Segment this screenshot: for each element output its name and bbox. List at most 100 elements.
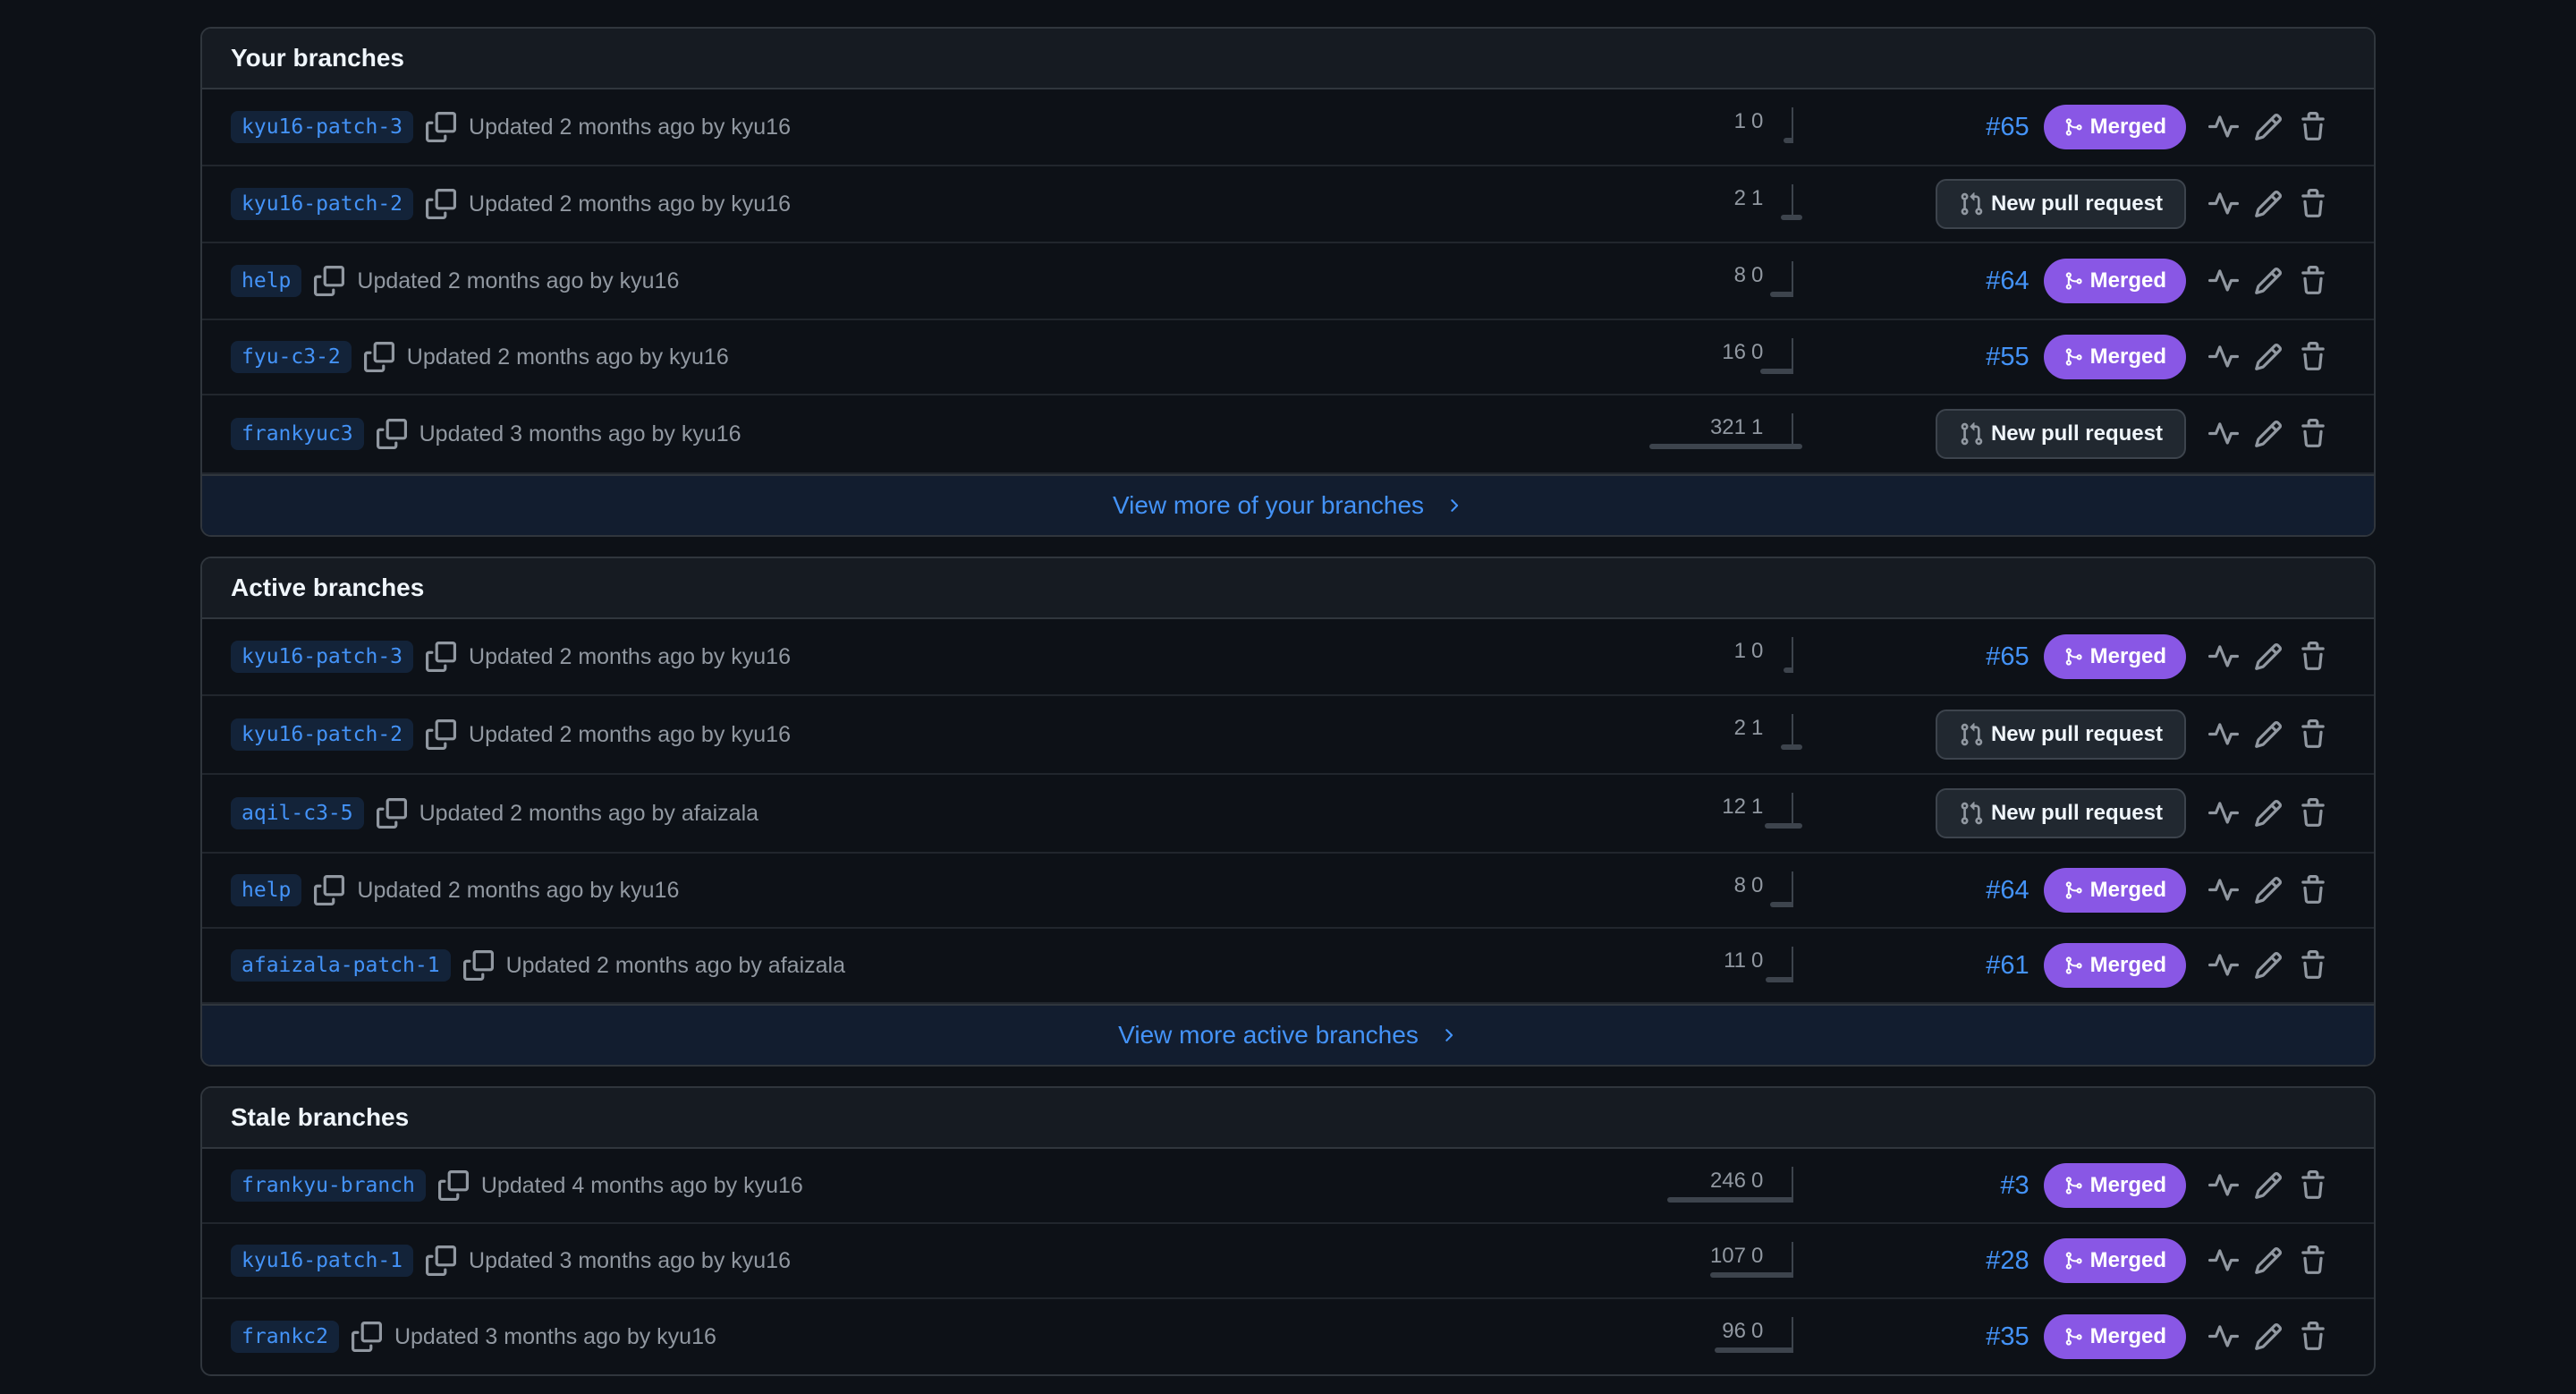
merged-badge[interactable]: Merged xyxy=(2043,943,2186,988)
copy-icon[interactable] xyxy=(437,1170,469,1201)
pull-request-link[interactable]: #35 xyxy=(1986,1322,2029,1352)
copy-icon[interactable] xyxy=(426,112,457,142)
new-pull-request-label: New pull request xyxy=(1990,722,2163,746)
copy-icon[interactable] xyxy=(376,419,407,449)
branch-info: kyu16-patch-3 Updated 2 months ago by kyu… xyxy=(231,619,791,694)
updated-text: Updated 3 months ago by kyu16 xyxy=(419,421,741,446)
copy-icon[interactable] xyxy=(426,1245,457,1276)
branch-name-link[interactable]: help xyxy=(231,874,302,906)
trash-icon[interactable] xyxy=(2297,1245,2329,1277)
trash-icon[interactable] xyxy=(2297,341,2329,373)
merged-badge[interactable]: Merged xyxy=(2043,868,2186,913)
activity-icon[interactable] xyxy=(2207,1169,2240,1202)
pencil-icon[interactable] xyxy=(2252,111,2284,143)
pull-request-link[interactable]: #65 xyxy=(1986,113,2029,142)
trash-icon[interactable] xyxy=(2297,797,2329,829)
pencil-icon[interactable] xyxy=(2252,341,2284,373)
pull-request-link[interactable]: #64 xyxy=(1986,876,2029,905)
behind-bar xyxy=(1760,369,1792,374)
pencil-icon[interactable] xyxy=(2252,641,2284,673)
activity-icon[interactable] xyxy=(2207,1321,2240,1353)
merged-label: Merged xyxy=(2089,344,2166,369)
pencil-icon[interactable] xyxy=(2252,418,2284,450)
activity-icon[interactable] xyxy=(2207,949,2240,982)
merged-badge[interactable]: Merged xyxy=(2043,634,2186,679)
trash-icon[interactable] xyxy=(2297,188,2329,220)
activity-icon[interactable] xyxy=(2207,641,2240,673)
copy-icon[interactable] xyxy=(426,189,457,219)
merged-badge[interactable]: Merged xyxy=(2043,1238,2186,1283)
activity-icon[interactable] xyxy=(2207,718,2240,751)
branch-name-link[interactable]: kyu16-patch-2 xyxy=(231,188,414,220)
activity-icon[interactable] xyxy=(2207,341,2240,373)
pencil-icon[interactable] xyxy=(2252,949,2284,982)
pull-request-link[interactable]: #55 xyxy=(1986,343,2029,372)
activity-icon[interactable] xyxy=(2207,111,2240,143)
branch-name-link[interactable]: kyu16-patch-3 xyxy=(231,111,414,143)
new-pull-request-button[interactable]: New pull request xyxy=(1935,179,2186,229)
trash-icon[interactable] xyxy=(2297,718,2329,751)
activity-icon[interactable] xyxy=(2207,418,2240,450)
behind-count: 1 xyxy=(1733,639,1746,663)
branch-name-link[interactable]: fyu-c3-2 xyxy=(231,341,352,373)
pull-request-link[interactable]: #65 xyxy=(1986,642,2029,672)
git-merge-icon xyxy=(2063,1327,2090,1347)
pencil-icon[interactable] xyxy=(2252,874,2284,906)
copy-icon[interactable] xyxy=(376,798,407,829)
pencil-icon[interactable] xyxy=(2252,188,2284,220)
activity-icon[interactable] xyxy=(2207,188,2240,220)
new-pull-request-button[interactable]: New pull request xyxy=(1935,710,2186,760)
branch-name-link[interactable]: frankyuc3 xyxy=(231,418,364,450)
trash-icon[interactable] xyxy=(2297,265,2329,297)
ahead-count: 0 xyxy=(1751,263,1764,287)
new-pull-request-button[interactable]: New pull request xyxy=(1935,788,2186,838)
pencil-icon[interactable] xyxy=(2252,1321,2284,1353)
merged-badge[interactable]: Merged xyxy=(2043,1163,2186,1208)
trash-icon[interactable] xyxy=(2297,1169,2329,1202)
merged-badge[interactable]: Merged xyxy=(2043,105,2186,149)
trash-icon[interactable] xyxy=(2297,111,2329,143)
copy-icon[interactable] xyxy=(314,266,345,296)
pencil-icon[interactable] xyxy=(2252,1245,2284,1277)
merged-badge[interactable]: Merged xyxy=(2043,335,2186,379)
branch-pr-actions: #65 Merged xyxy=(1986,619,2329,694)
pull-request-link[interactable]: #61 xyxy=(1986,951,2029,981)
branch-name-link[interactable]: frankc2 xyxy=(231,1321,339,1353)
merged-badge[interactable]: Merged xyxy=(2043,259,2186,303)
copy-icon[interactable] xyxy=(426,719,457,750)
branch-name-link[interactable]: frankyu-branch xyxy=(231,1169,426,1202)
branch-name-link[interactable]: aqil-c3-5 xyxy=(231,797,364,829)
trash-icon[interactable] xyxy=(2297,418,2329,450)
activity-icon[interactable] xyxy=(2207,1245,2240,1277)
copy-icon[interactable] xyxy=(462,950,494,981)
copy-icon[interactable] xyxy=(314,875,345,905)
pull-request-link[interactable]: #64 xyxy=(1986,267,2029,296)
trash-icon[interactable] xyxy=(2297,949,2329,982)
activity-icon[interactable] xyxy=(2207,265,2240,297)
trash-icon[interactable] xyxy=(2297,1321,2329,1353)
pencil-icon[interactable] xyxy=(2252,265,2284,297)
branch-name-link[interactable]: afaizala-patch-1 xyxy=(231,949,451,982)
view-more-link[interactable]: View more of your branches xyxy=(202,474,2374,535)
trash-icon[interactable] xyxy=(2297,874,2329,906)
pull-request-link[interactable]: #3 xyxy=(2000,1171,2029,1201)
merged-badge[interactable]: Merged xyxy=(2043,1314,2186,1359)
pull-request-link[interactable]: #28 xyxy=(1986,1246,2029,1276)
copy-icon[interactable] xyxy=(426,642,457,672)
activity-icon[interactable] xyxy=(2207,797,2240,829)
pencil-icon[interactable] xyxy=(2252,718,2284,751)
view-more-link[interactable]: View more active branches xyxy=(202,1004,2374,1065)
branch-name-link[interactable]: kyu16-patch-2 xyxy=(231,718,414,751)
copy-icon[interactable] xyxy=(363,342,394,372)
trash-icon[interactable] xyxy=(2297,641,2329,673)
new-pull-request-button[interactable]: New pull request xyxy=(1935,409,2186,459)
branch-name-link[interactable]: kyu16-patch-1 xyxy=(231,1245,414,1277)
copy-icon[interactable] xyxy=(351,1322,382,1352)
branch-name-link[interactable]: kyu16-patch-3 xyxy=(231,641,414,673)
behind-bar xyxy=(1784,138,1792,143)
activity-icon[interactable] xyxy=(2207,874,2240,906)
row-actions xyxy=(2207,874,2329,906)
branch-name-link[interactable]: help xyxy=(231,265,302,297)
pencil-icon[interactable] xyxy=(2252,797,2284,829)
pencil-icon[interactable] xyxy=(2252,1169,2284,1202)
